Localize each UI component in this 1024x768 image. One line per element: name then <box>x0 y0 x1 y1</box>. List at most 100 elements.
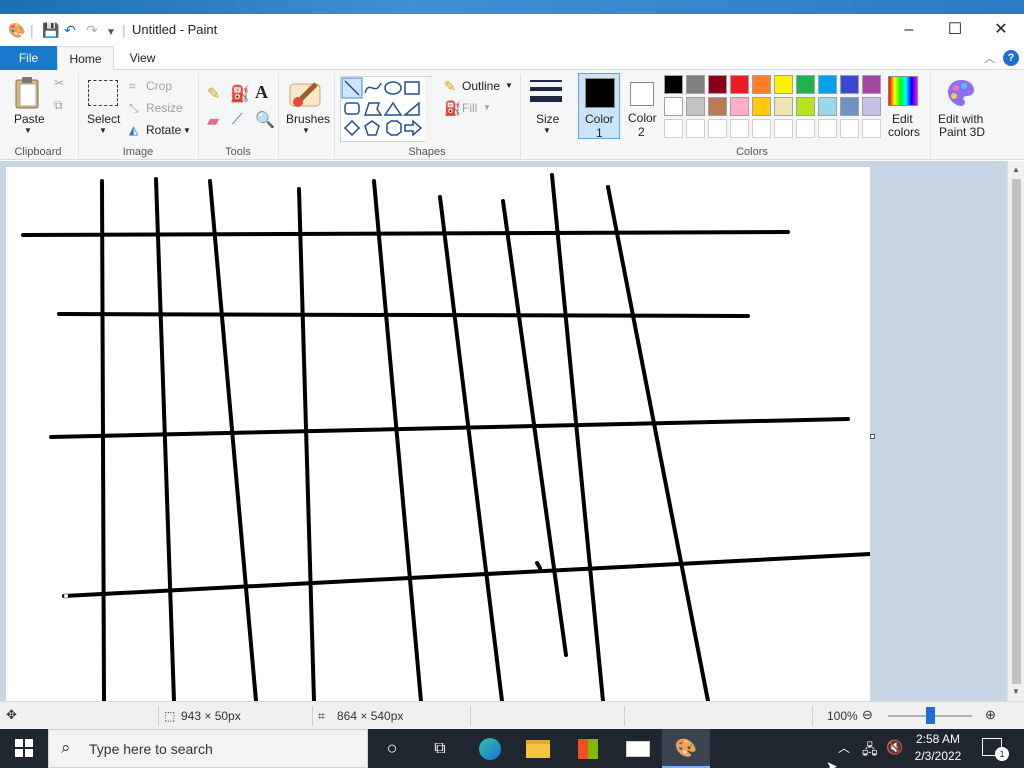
start-button[interactable] <box>0 729 48 768</box>
palette-swatch[interactable] <box>862 75 881 94</box>
palette-swatch[interactable] <box>752 97 771 116</box>
scrollbar-thumb[interactable] <box>1012 179 1021 684</box>
outline-label[interactable]: Outline <box>462 79 500 93</box>
fill-bucket-icon[interactable]: ⛽ <box>230 84 250 104</box>
mail-icon[interactable] <box>614 729 662 768</box>
tab-file[interactable]: File <box>0 46 57 70</box>
edit-colors-label-2[interactable]: colors <box>888 125 920 139</box>
task-view-icon[interactable]: ⧉ <box>416 729 464 768</box>
color-picker-icon[interactable]: ⟋ <box>232 111 243 128</box>
edge-icon[interactable] <box>466 729 514 768</box>
palette-swatch[interactable] <box>686 119 705 138</box>
show-hidden-icons-icon[interactable]: ︿ <box>838 739 850 756</box>
brushes-icon[interactable] <box>288 76 324 112</box>
zoom-slider-thumb[interactable] <box>926 707 935 724</box>
palette-swatch[interactable] <box>730 75 749 94</box>
palette-swatch[interactable] <box>862 97 881 116</box>
palette-swatch[interactable] <box>796 119 815 138</box>
select-icon[interactable] <box>88 80 118 106</box>
rotate-dropdown-icon[interactable]: ▼ <box>183 126 191 135</box>
palette-swatch[interactable] <box>664 75 683 94</box>
rotate-label[interactable]: Rotate <box>146 123 181 137</box>
size-dropdown-icon[interactable]: ▼ <box>543 126 551 135</box>
palette-swatch[interactable] <box>862 119 881 138</box>
palette-swatch[interactable] <box>818 119 837 138</box>
rotate-icon[interactable]: ◭ <box>129 123 138 137</box>
palette-swatch[interactable] <box>840 75 859 94</box>
drawing-canvas[interactable] <box>6 167 870 701</box>
palette-swatch[interactable] <box>708 119 727 138</box>
size-icon[interactable] <box>530 78 562 108</box>
network-icon[interactable]: 🖧 <box>862 739 878 763</box>
zoom-in-icon[interactable]: ⊕ <box>985 707 996 723</box>
save-icon[interactable]: 💾 <box>42 22 59 38</box>
text-tool-icon[interactable]: A <box>255 82 268 103</box>
palette-swatch[interactable] <box>730 119 749 138</box>
scroll-up-icon[interactable]: ▲ <box>1012 165 1020 174</box>
outline-icon[interactable]: ✎ <box>444 78 456 95</box>
color-palette[interactable] <box>664 75 884 141</box>
taskbar-search-box[interactable]: ⌕ Type here to search <box>48 729 368 768</box>
palette-swatch[interactable] <box>686 97 705 116</box>
redo-icon[interactable]: ↷ <box>86 22 98 38</box>
palette-swatch[interactable] <box>774 75 793 94</box>
palette-swatch[interactable] <box>708 97 727 116</box>
file-explorer-icon[interactable] <box>514 729 562 768</box>
edit-with-label[interactable]: Edit with <box>938 112 983 126</box>
paste-icon[interactable] <box>12 76 42 112</box>
canvas-resize-handle[interactable] <box>870 434 875 439</box>
maximize-button[interactable]: ☐ <box>932 14 978 46</box>
palette-swatch[interactable] <box>840 97 859 116</box>
palette-swatch[interactable] <box>796 97 815 116</box>
palette-swatch[interactable] <box>774 97 793 116</box>
shapes-gallery[interactable] <box>340 76 433 143</box>
palette-swatch[interactable] <box>752 75 771 94</box>
size-label[interactable]: Size <box>536 112 559 126</box>
collapse-ribbon-icon[interactable]: ︿ <box>984 50 995 66</box>
scroll-down-icon[interactable]: ▼ <box>1012 687 1020 696</box>
select-label[interactable]: Select <box>87 112 120 126</box>
palette-swatch[interactable] <box>840 119 859 138</box>
selection-handle[interactable] <box>63 593 69 599</box>
tab-view[interactable]: View <box>114 46 171 70</box>
magnifier-icon[interactable]: 🔍 <box>255 110 275 130</box>
palette-swatch[interactable] <box>708 75 727 94</box>
pencil-icon[interactable]: ✎ <box>207 84 220 104</box>
paste-label[interactable]: Paste <box>14 112 45 126</box>
palette-swatch[interactable] <box>752 119 771 138</box>
vertical-scrollbar[interactable]: ▲ ▼ <box>1007 161 1024 701</box>
brushes-dropdown-icon[interactable]: ▼ <box>302 126 310 135</box>
paint3d-icon[interactable] <box>946 78 976 108</box>
customize-qa-dropdown-icon[interactable]: ▼ <box>106 25 116 41</box>
tab-home[interactable]: Home <box>57 46 114 71</box>
edit-colors-icon[interactable] <box>888 76 918 106</box>
palette-swatch[interactable] <box>796 75 815 94</box>
palette-swatch[interactable] <box>818 75 837 94</box>
zoom-out-icon[interactable]: ⊖ <box>862 707 873 723</box>
paint-taskbar-icon[interactable]: 🎨 <box>662 729 710 768</box>
palette-swatch[interactable] <box>818 97 837 116</box>
help-icon[interactable]: ? <box>1003 50 1019 66</box>
color1-selector[interactable]: Color 1 <box>578 73 620 140</box>
minimize-button[interactable]: – <box>886 14 932 46</box>
undo-icon[interactable]: ↶ <box>64 22 76 38</box>
paint3d-label[interactable]: Paint 3D <box>939 125 985 139</box>
paste-dropdown-icon[interactable]: ▼ <box>24 126 32 135</box>
palette-swatch[interactable] <box>664 97 683 116</box>
volume-muted-icon[interactable]: 🔇 <box>886 739 903 756</box>
palette-swatch[interactable] <box>664 119 683 138</box>
edit-colors-label-1[interactable]: Edit <box>892 112 913 126</box>
taskbar-clock[interactable]: 2:58 AM 2/3/2022 <box>912 731 964 765</box>
title-bar-accent <box>0 0 1024 14</box>
store-icon[interactable] <box>564 729 612 768</box>
palette-swatch[interactable] <box>686 75 705 94</box>
palette-swatch[interactable] <box>730 97 749 116</box>
eraser-icon[interactable]: ▰ <box>207 111 219 131</box>
outline-dropdown-icon[interactable]: ▼ <box>505 81 513 90</box>
palette-swatch[interactable] <box>774 119 793 138</box>
color2-selector[interactable]: Color 2 <box>622 73 662 139</box>
brushes-label[interactable]: Brushes <box>286 112 330 126</box>
close-button[interactable]: ✕ <box>978 14 1024 46</box>
select-dropdown-icon[interactable]: ▼ <box>99 126 107 135</box>
cortana-icon[interactable]: ○ <box>368 729 416 768</box>
